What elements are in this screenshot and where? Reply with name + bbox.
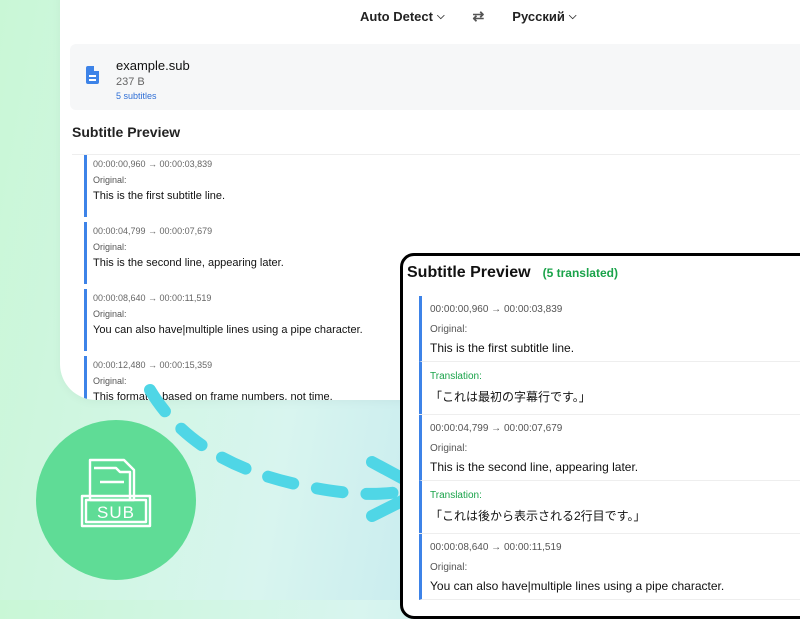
subtitle-time: 00:00:04,799 → 00:00:07,679: [430, 423, 563, 434]
section-title: Subtitle Preview: [72, 124, 181, 140]
translation-label: Translation:: [430, 371, 482, 382]
language-bar: Auto Detect ⌵ ⇄ Русский ⌵: [360, 4, 780, 28]
original-label: Original:: [430, 324, 468, 335]
target-language-label: Русский: [512, 8, 565, 24]
original-label: Original:: [93, 242, 127, 252]
source-language-label: Auto Detect: [360, 8, 433, 24]
translated-title-row: Subtitle Preview (5 translated): [407, 264, 618, 282]
original-text: This is the second line, appearing later…: [430, 460, 639, 474]
subtitle-file-icon: SUB: [80, 458, 152, 528]
file-card[interactable]: example.sub 237 B 5 subtitles: [70, 44, 800, 110]
translated-panel: Subtitle Preview (5 translated) 00:00:00…: [400, 253, 800, 619]
subtitle-count: 5 subtitles: [116, 91, 157, 101]
translated-item-original: 00:00:08,640 → 00:00:11,519 Original: Yo…: [419, 534, 800, 600]
translated-list: 00:00:00,960 → 00:00:03,839 Original: Th…: [407, 296, 800, 600]
subtitle-item: 00:00:00,960 → 00:00:03,839 Original: Th…: [84, 155, 800, 217]
translated-item-translation: Translation: 「これは後から表示される2行目です。」: [419, 481, 800, 533]
subtitle-time: 00:00:00,960 → 00:00:03,839: [93, 159, 213, 169]
original-label: Original:: [93, 175, 127, 185]
translated-item-original: 00:00:00,960 → 00:00:03,839 Original: Th…: [419, 296, 800, 362]
translation-text: 「これは最初の字幕行です。」: [430, 390, 591, 404]
chevron-down-icon: ⌵: [568, 10, 577, 22]
subtitle-time: 00:00:00,960 → 00:00:03,839: [430, 304, 563, 315]
original-label: Original:: [430, 443, 468, 454]
subtitle-time: 00:00:08,640 → 00:00:11,519: [430, 542, 562, 553]
file-icon: [86, 66, 99, 84]
file-size: 237 B: [116, 76, 145, 88]
original-text: This is the first subtitle line.: [93, 190, 226, 202]
badge-label: SUB: [97, 503, 135, 522]
translated-title: Subtitle Preview: [407, 264, 531, 281]
original-text: You can also have|multiple lines using a…: [430, 579, 725, 593]
translation-label: Translation:: [430, 490, 482, 501]
translated-item-original: 00:00:04,799 → 00:00:07,679 Original: Th…: [419, 415, 800, 481]
original-text: This is the first subtitle line.: [430, 341, 575, 355]
translated-count: (5 translated): [542, 266, 618, 280]
translated-item-translation: Translation: 「これは最初の字幕行です。」: [419, 362, 800, 414]
sub-file-badge: SUB: [36, 420, 196, 580]
source-language-select[interactable]: Auto Detect ⌵: [360, 9, 445, 24]
file-name: example.sub: [116, 58, 190, 73]
swap-languages-icon[interactable]: ⇄: [473, 8, 485, 25]
target-language-select[interactable]: Русский ⌵: [512, 9, 576, 24]
translation-text: 「これは後から表示される2行目です。」: [430, 509, 646, 523]
chevron-down-icon: ⌵: [436, 10, 445, 22]
original-label: Original:: [430, 562, 468, 573]
subtitle-time: 00:00:04,799 → 00:00:07,679: [93, 226, 213, 236]
